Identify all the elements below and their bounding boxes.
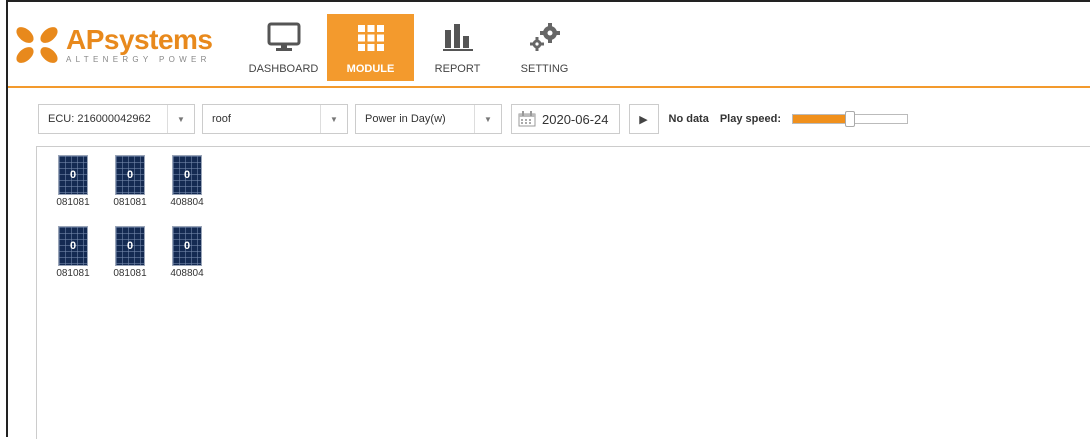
solar-panel-icon: 0 <box>115 226 145 266</box>
app-frame: APsystems ALTENERGY POWER DASHBOARD MODU… <box>6 0 1090 439</box>
date-value: 2020-06-24 <box>542 111 609 127</box>
solar-panel-icon: 0 <box>172 155 202 195</box>
toolbar: ECU: 216000042962 ▼ roof ▼ Power in Day(… <box>38 104 908 134</box>
nav-report[interactable]: REPORT <box>414 14 501 81</box>
nav-module-label: MODULE <box>346 63 395 75</box>
grid-icon <box>357 24 385 57</box>
slider-fill <box>792 115 850 123</box>
module-power-value: 0 <box>126 169 134 181</box>
brand-name: APsystems <box>66 24 213 55</box>
module-id: 081081 <box>113 197 147 208</box>
solar-module[interactable]: 0 408804 <box>169 155 205 208</box>
nav-dashboard-label: DASHBOARD <box>248 63 319 75</box>
status-text: No data <box>668 113 709 125</box>
main-nav: DASHBOARD MODULE REPORT SETTING <box>240 14 588 81</box>
play-icon: ▶ <box>639 113 648 126</box>
module-power-value: 0 <box>69 169 77 181</box>
solar-module[interactable]: 0 081081 <box>112 155 148 208</box>
array-select-value: roof <box>212 113 231 125</box>
header: APsystems ALTENERGY POWER DASHBOARD MODU… <box>8 2 1090 88</box>
module-power-value: 0 <box>183 169 191 181</box>
module-power-value: 0 <box>183 240 191 252</box>
nav-report-label: REPORT <box>434 63 481 75</box>
nav-setting[interactable]: SETTING <box>501 14 588 81</box>
slider-thumb[interactable] <box>844 111 855 127</box>
ecu-select-value: ECU: 216000042962 <box>48 113 151 125</box>
bar-chart-icon <box>441 22 475 57</box>
module-id: 408804 <box>170 197 204 208</box>
solar-panel-icon: 0 <box>172 226 202 266</box>
module-canvas[interactable]: 0 081081 0 081081 0 408804 0 081081 0 081081 0 4088… <box>36 146 1090 439</box>
module-id: 081081 <box>56 268 90 279</box>
play-button[interactable]: ▶ <box>628 104 659 134</box>
nav-setting-label: SETTING <box>520 63 569 75</box>
module-power-value: 0 <box>126 240 134 252</box>
gears-icon <box>528 22 562 57</box>
module-power-value: 0 <box>69 240 77 252</box>
date-picker[interactable]: 2020-06-24 <box>511 104 620 134</box>
apsystems-logo[interactable]: APsystems ALTENERGY POWER <box>12 22 213 72</box>
nav-module[interactable]: MODULE <box>327 14 414 81</box>
ecu-select[interactable]: ECU: 216000042962 ▼ <box>38 104 195 134</box>
logo-mark-icon <box>12 22 62 68</box>
monitor-icon <box>267 22 301 57</box>
solar-module[interactable]: 0 081081 <box>112 226 148 279</box>
array-select[interactable]: roof ▼ <box>202 104 348 134</box>
solar-module[interactable]: 0 408804 <box>169 226 205 279</box>
play-speed-label: Play speed: <box>719 113 781 125</box>
calendar-icon <box>518 111 536 127</box>
chevron-down-icon: ▼ <box>320 105 347 133</box>
solar-module[interactable]: 0 081081 <box>55 155 91 208</box>
solar-panel-icon: 0 <box>115 155 145 195</box>
metric-select-value: Power in Day(w) <box>365 113 446 125</box>
play-speed-slider[interactable] <box>791 111 908 127</box>
nav-dashboard[interactable]: DASHBOARD <box>240 14 327 81</box>
brand-tagline: ALTENERGY POWER <box>66 55 211 64</box>
metric-select[interactable]: Power in Day(w) ▼ <box>355 104 502 134</box>
solar-panel-icon: 0 <box>58 226 88 266</box>
module-id: 081081 <box>113 268 147 279</box>
module-id: 408804 <box>170 268 204 279</box>
solar-panel-icon: 0 <box>58 155 88 195</box>
solar-module[interactable]: 0 081081 <box>55 226 91 279</box>
module-id: 081081 <box>56 197 90 208</box>
chevron-down-icon: ▼ <box>167 105 194 133</box>
chevron-down-icon: ▼ <box>474 105 501 133</box>
